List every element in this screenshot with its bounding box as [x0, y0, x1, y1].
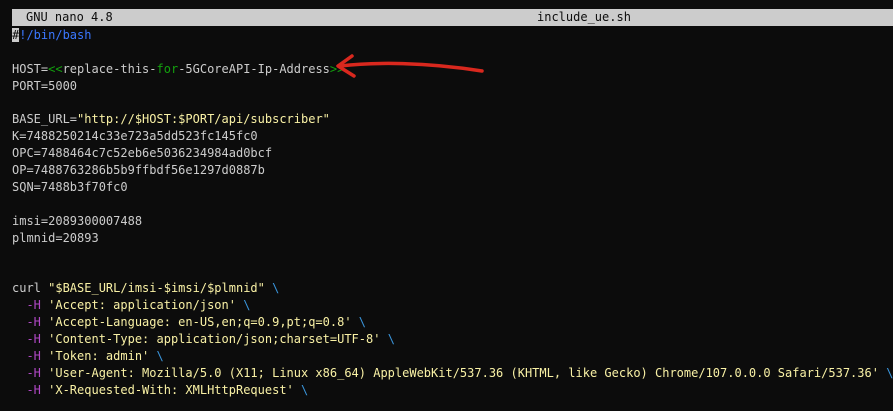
code-line: -H 'User-Agent: Mozilla/5.0 (X11; Linux …: [12, 365, 893, 382]
code-token: \: [380, 332, 395, 347]
code-line: -H 'X-Requested-With: XMLHttpRequest' \: [12, 382, 893, 399]
code-line: BASE_URL="http://$HOST:$PORT/api/subscri…: [12, 111, 893, 128]
code-token: 'User-Agent: Mozilla/5.0 (X11; Linux x86…: [48, 365, 879, 380]
code-token: -H: [12, 382, 49, 397]
code-line: -H 'Accept: application/json' \: [12, 297, 893, 314]
code-token: -H: [12, 332, 49, 347]
code-token: 'Accept: application/json': [48, 298, 236, 313]
code-token: "http://$HOST:$PORT/api/subscriber": [77, 112, 330, 127]
code-line: OPC=7488464c7c52eb6e5036234984ad0bcf: [12, 145, 893, 162]
code-token: -H: [12, 365, 49, 380]
code-token: \: [878, 365, 893, 380]
code-token: \: [264, 281, 280, 296]
code-token: SQN=7488b3f70fc0: [12, 180, 128, 195]
code-token: 'Content-Type: application/json;charset=…: [48, 332, 381, 347]
code-token: imsi=2089300007488: [12, 213, 143, 228]
code-token: for: [156, 61, 179, 76]
code-token: curl: [12, 281, 49, 296]
terminal-window: GNU nano 4.8 include_ue.sh #!/bin/bash H…: [0, 0, 893, 411]
code-token: 'Token: admin': [48, 348, 150, 363]
code-token: -H: [12, 315, 49, 330]
code-token: \: [293, 382, 309, 397]
code-line: -H 'Content-Type: application/json;chars…: [12, 331, 893, 348]
code-token: 'Accept-Language: en-US,en;q=0.9,pt;q=0.…: [48, 315, 352, 330]
code-token: "$BASE_URL/imsi-$imsi/$plmnid": [48, 281, 265, 296]
code-token: replace-this-: [62, 61, 157, 76]
code-token: \: [351, 315, 367, 330]
code-token: BASE_URL=: [12, 112, 78, 127]
code-line: OP=7488763286b5b9ffbdf56e1297d0887b: [12, 162, 893, 179]
code-token: <<: [48, 61, 63, 76]
code-token: PORT=5000: [12, 78, 78, 93]
code-line: imsi=2089300007488: [12, 213, 893, 230]
code-line: curl "$BASE_URL/imsi-$imsi/$plmnid" \: [12, 280, 893, 297]
code-token: -H: [12, 298, 49, 313]
nano-title-bar: GNU nano 4.8 include_ue.sh: [12, 9, 893, 26]
code-token: -H: [12, 348, 49, 363]
code-line: -H 'Token: admin' \: [12, 348, 893, 365]
code-token: OPC=7488464c7c52eb6e5036234984ad0bcf: [12, 146, 273, 161]
red-arrow-annotation-icon: [336, 54, 484, 78]
code-line: plmnid=20893: [12, 230, 893, 247]
code-token: !/bin/bash: [19, 28, 92, 42]
code-token: plmnid=20893: [12, 230, 99, 245]
file-name-label: include_ue.sh: [537, 10, 631, 24]
nano-version-label: GNU nano 4.8: [26, 10, 113, 24]
code-line: SQN=7488b3f70fc0: [12, 179, 893, 196]
code-line: K=7488250214c33e723a5dd523fc145fc0: [12, 128, 893, 145]
code-token: -5GCoreAPI-Ip-Address: [178, 61, 330, 76]
code-token: \: [149, 348, 164, 363]
code-token: \: [235, 298, 251, 313]
code-line: #!/bin/bash: [12, 27, 893, 44]
code-token: OP=7488763286b5b9ffbdf56e1297d0887b: [12, 163, 265, 178]
code-token: 'X-Requested-With: XMLHttpRequest': [48, 382, 294, 397]
code-token: K=7488250214c33e723a5dd523fc145fc0: [12, 129, 258, 144]
code-token: HOST=: [12, 61, 49, 76]
code-line: -H 'Accept-Language: en-US,en;q=0.9,pt;q…: [12, 314, 893, 331]
